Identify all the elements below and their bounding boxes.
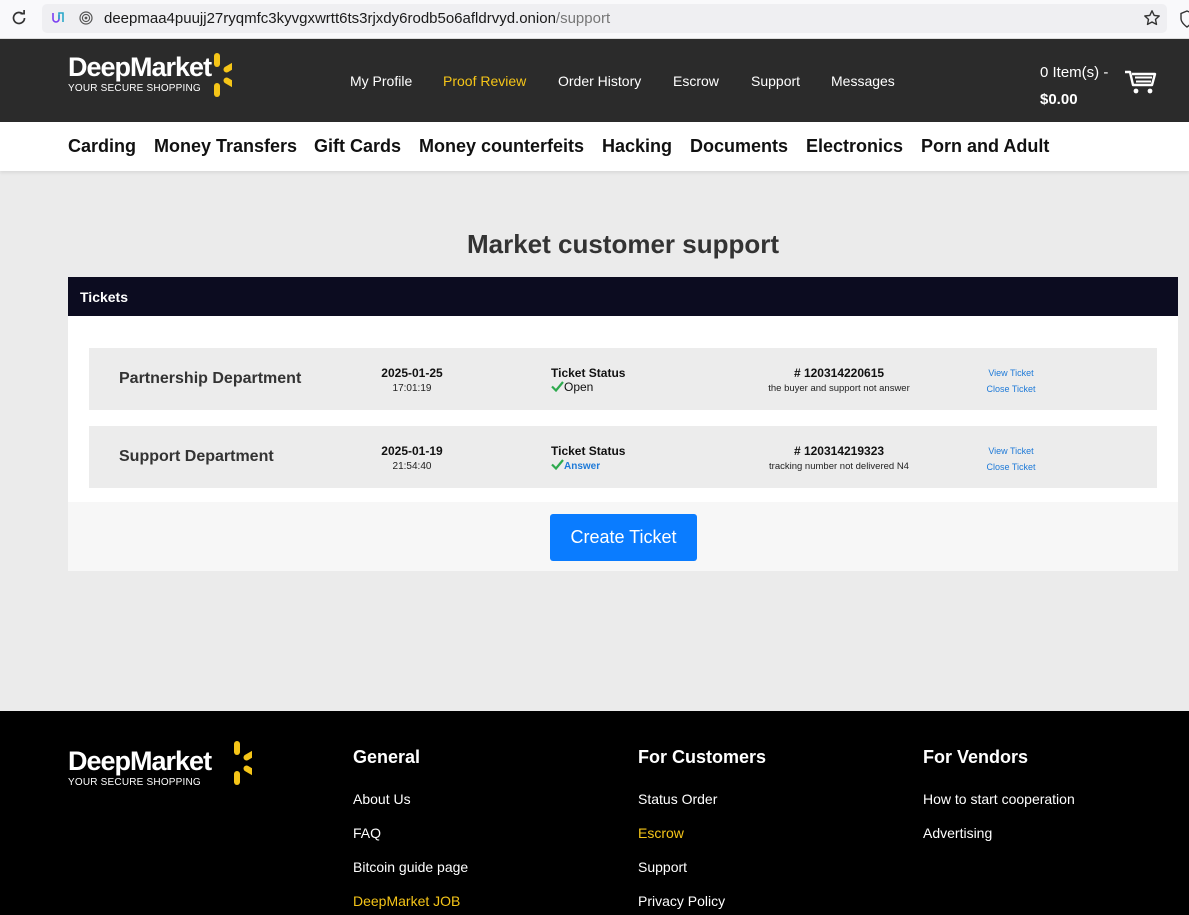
site-footer: DeepMarket YOUR SECURE SHOPPING General … bbox=[0, 711, 1189, 915]
ticket-row: Partnership Department 2025-01-25 17:01:… bbox=[89, 348, 1157, 410]
footer-column-customers: For Customers Status Order Escrow Suppor… bbox=[638, 747, 766, 915]
category-money-transfers[interactable]: Money Transfers bbox=[154, 136, 297, 157]
nav-messages[interactable]: Messages bbox=[831, 73, 895, 89]
footer-link-privacy-policy[interactable]: Privacy Policy bbox=[638, 893, 766, 915]
cart-total: $0.00 bbox=[1040, 91, 1078, 108]
logo-tagline: YOUR SECURE SHOPPING bbox=[68, 83, 201, 94]
ticket-department: Support Department bbox=[119, 448, 274, 465]
ticket-department: Partnership Department bbox=[119, 370, 302, 387]
footer-heading: General bbox=[353, 747, 421, 767]
logo-wordmark: DeepMarket bbox=[68, 52, 212, 82]
bookmark-star-icon[interactable] bbox=[1143, 9, 1161, 27]
ticket-status: Answer bbox=[551, 458, 600, 472]
ticket-description: tracking number not delivered N4 bbox=[769, 461, 909, 472]
footer-logo[interactable]: DeepMarket YOUR SECURE SHOPPING bbox=[68, 741, 252, 788]
browser-toolbar: deepmaa4puujj27ryqmfc3kyvgxwrtt6ts3rjxdy… bbox=[0, 0, 1189, 39]
spark-logo-icon bbox=[234, 741, 252, 785]
footer-link-about-us[interactable]: About Us bbox=[353, 791, 468, 825]
footer-link-status-order[interactable]: Status Order bbox=[638, 791, 766, 825]
cart-item-count: 0 Item(s) - bbox=[1040, 64, 1109, 81]
nav-my-profile[interactable]: My Profile bbox=[350, 73, 412, 89]
tor-circuit-icon[interactable] bbox=[50, 10, 66, 26]
footer-link-deepmarket-job[interactable]: DeepMarket JOB bbox=[353, 893, 468, 915]
url-text[interactable]: deepmaa4puujj27ryqmfc3kyvgxwrtt6ts3rjxdy… bbox=[104, 10, 610, 27]
shield-icon[interactable] bbox=[1180, 10, 1189, 28]
nav-order-history[interactable]: Order History bbox=[558, 73, 641, 89]
check-icon bbox=[551, 459, 564, 470]
footer-link-support[interactable]: Support bbox=[638, 859, 766, 893]
footer-column-general: General About Us FAQ Bitcoin guide page … bbox=[353, 747, 468, 915]
ticket-status: Open bbox=[551, 380, 593, 394]
footer-heading: For Customers bbox=[638, 747, 767, 767]
onion-icon[interactable] bbox=[79, 11, 93, 25]
category-hacking[interactable]: Hacking bbox=[602, 136, 672, 157]
url-path: /support bbox=[555, 10, 611, 27]
site-header: DeepMarket YOUR SECURE SHOPPING My Profi… bbox=[0, 39, 1189, 122]
address-bar[interactable]: deepmaa4puujj27ryqmfc3kyvgxwrtt6ts3rjxdy… bbox=[42, 4, 1167, 33]
close-ticket-link[interactable]: Close Ticket bbox=[969, 462, 1053, 472]
logo-tagline: YOUR SECURE SHOPPING bbox=[68, 777, 201, 788]
close-ticket-link[interactable]: Close Ticket bbox=[969, 384, 1053, 394]
check-icon bbox=[551, 381, 564, 392]
ticket-row: Support Department 2025-01-19 21:54:40 T… bbox=[89, 426, 1157, 488]
footer-link-faq[interactable]: FAQ bbox=[353, 825, 468, 859]
category-electronics[interactable]: Electronics bbox=[806, 136, 903, 157]
page-title: Market customer support bbox=[466, 229, 780, 259]
category-gift-cards[interactable]: Gift Cards bbox=[314, 136, 401, 157]
nav-escrow[interactable]: Escrow bbox=[673, 73, 719, 89]
nav-proof-review[interactable]: Proof Review bbox=[443, 73, 526, 89]
ticket-status-label: Ticket Status bbox=[551, 366, 626, 380]
nav-support[interactable]: Support bbox=[751, 73, 800, 89]
ticket-time: 17:01:19 bbox=[392, 383, 432, 394]
category-documents[interactable]: Documents bbox=[690, 136, 788, 157]
ticket-date: 2025-01-19 bbox=[381, 444, 443, 458]
footer-link-advertising[interactable]: Advertising bbox=[923, 825, 1075, 859]
ticket-description: the buyer and support not answer bbox=[768, 383, 910, 394]
category-money-counterfeits[interactable]: Money counterfeits bbox=[419, 136, 584, 157]
ticket-number: # 120314220615 bbox=[793, 366, 885, 380]
category-porn-and-adult[interactable]: Porn and Adult bbox=[921, 136, 1049, 157]
shopping-cart-icon[interactable] bbox=[1124, 69, 1158, 95]
footer-link-escrow[interactable]: Escrow bbox=[638, 825, 766, 859]
footer-link-start-cooperation[interactable]: How to start cooperation bbox=[923, 791, 1075, 825]
footer-heading: For Vendors bbox=[923, 747, 1029, 767]
cart-summary[interactable]: 0 Item(s) - $0.00 bbox=[1040, 59, 1108, 113]
reload-icon[interactable] bbox=[10, 9, 28, 27]
spark-logo-icon bbox=[214, 53, 232, 97]
ticket-date: 2025-01-25 bbox=[381, 366, 443, 380]
ticket-time: 21:54:40 bbox=[392, 461, 432, 472]
logo-wordmark: DeepMarket bbox=[68, 746, 212, 776]
category-bar: Carding Money Transfers Gift Cards Money… bbox=[0, 122, 1189, 171]
url-host: deepmaa4puujj27ryqmfc3kyvgxwrtt6ts3rjxdy… bbox=[104, 10, 556, 27]
ticket-number: # 120314219323 bbox=[793, 444, 885, 458]
ticket-status-value: Answer bbox=[564, 461, 601, 472]
category-carding[interactable]: Carding bbox=[68, 136, 136, 157]
ticket-status-value: Open bbox=[564, 380, 594, 394]
tickets-panel-title: Tickets bbox=[68, 277, 1178, 316]
view-ticket-link[interactable]: View Ticket bbox=[969, 368, 1053, 378]
footer-column-vendors: For Vendors How to start cooperation Adv… bbox=[923, 747, 1075, 859]
create-ticket-button[interactable]: Create Ticket bbox=[550, 514, 697, 561]
tickets-panel: Tickets Partnership Department 2025-01-2… bbox=[68, 277, 1178, 571]
site-logo[interactable]: DeepMarket YOUR SECURE SHOPPING bbox=[68, 52, 232, 97]
view-ticket-link[interactable]: View Ticket bbox=[969, 446, 1053, 456]
footer-link-bitcoin-guide[interactable]: Bitcoin guide page bbox=[353, 859, 468, 893]
ticket-status-label: Ticket Status bbox=[551, 444, 626, 458]
